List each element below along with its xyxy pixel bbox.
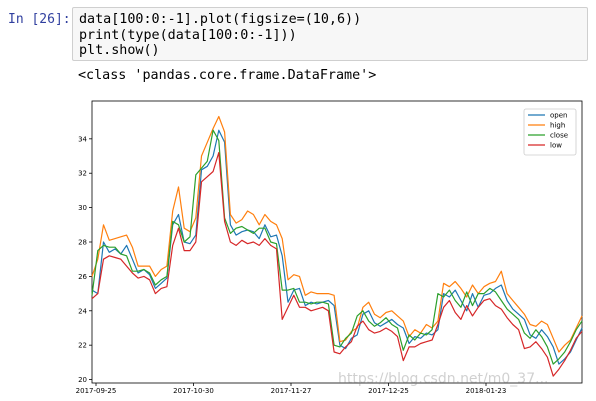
watermark: https://blog.csdn.net/m0_37...	[338, 371, 549, 387]
y-tick-label: 30	[78, 204, 87, 212]
legend-label-open: open	[550, 112, 567, 120]
series-line-high	[91, 115, 583, 353]
x-tick-label: 2017-12-25	[368, 387, 409, 395]
series-lines	[91, 115, 583, 377]
series-line-low	[91, 152, 583, 377]
x-tick-label: 2017-10-30	[173, 387, 214, 395]
y-tick-label: 22	[78, 342, 87, 350]
line-chart: 20 22 24 26 28 30 32 34 2017-09-25 2017-10-30 201…	[76, 100, 583, 395]
legend: open high close low	[523, 108, 577, 156]
y-tick-label: 20	[78, 376, 87, 384]
y-tick-label: 28	[78, 239, 87, 247]
x-tick-label: 2017-11-27	[271, 387, 312, 395]
legend-label-close: close	[550, 132, 568, 140]
y-tick-label: 32	[78, 170, 87, 178]
y-tick-label: 26	[78, 273, 87, 281]
x-tick-label: 2018-01-23	[466, 387, 507, 395]
x-tick-label: 2017-09-25	[76, 387, 117, 395]
y-tick-label: 34	[78, 135, 87, 143]
legend-label-high: high	[550, 122, 565, 130]
series-line-open	[91, 129, 583, 365]
y-tick-label: 24	[78, 307, 87, 315]
y-axis-ticks: 20 22 24 26 28 30 32 34	[78, 135, 92, 384]
plot-frame	[91, 100, 583, 384]
legend-label-low: low	[550, 142, 562, 150]
